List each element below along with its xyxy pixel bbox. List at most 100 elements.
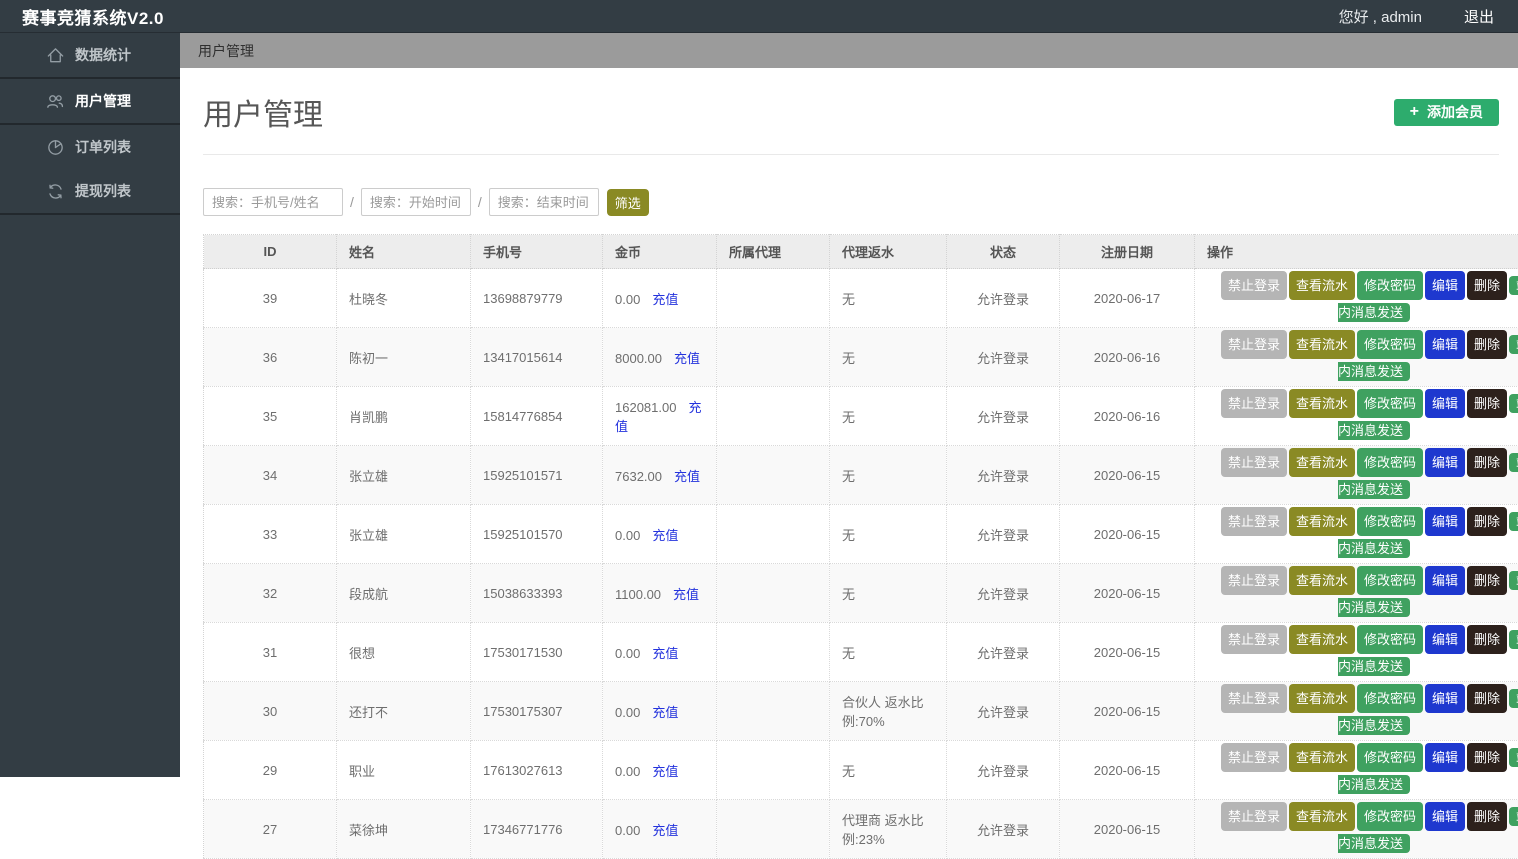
edit-button[interactable]: 编辑 xyxy=(1425,684,1465,713)
recharge-link[interactable]: 充值 xyxy=(673,587,699,602)
sidebar-item-users[interactable]: 用户管理 xyxy=(0,79,180,125)
view-transactions-button[interactable]: 查看流水 xyxy=(1289,802,1355,831)
change-password-button[interactable]: 修改密码 xyxy=(1357,271,1423,300)
cell-name: 还打不 xyxy=(337,682,471,741)
disable-login-button[interactable]: 禁止登录 xyxy=(1221,271,1287,300)
disable-login-button[interactable]: 禁止登录 xyxy=(1221,684,1287,713)
row-actions: 禁止登录查看流水修改密码编辑删除站内消息发送 xyxy=(1214,802,1518,856)
change-password-button[interactable]: 修改密码 xyxy=(1357,448,1423,477)
view-transactions-button[interactable]: 查看流水 xyxy=(1289,625,1355,654)
recharge-link[interactable]: 充值 xyxy=(652,528,678,543)
filter-button[interactable]: 筛选 xyxy=(607,189,649,216)
delete-button[interactable]: 删除 xyxy=(1467,802,1507,831)
search-start-input[interactable] xyxy=(361,188,471,216)
delete-button[interactable]: 删除 xyxy=(1467,507,1507,536)
sidebar-item-statistics[interactable]: 数据统计 xyxy=(0,33,180,79)
change-password-button[interactable]: 修改密码 xyxy=(1357,625,1423,654)
edit-button[interactable]: 编辑 xyxy=(1425,566,1465,595)
view-transactions-button[interactable]: 查看流水 xyxy=(1289,743,1355,772)
disable-login-button[interactable]: 禁止登录 xyxy=(1221,507,1287,536)
gold-value: 0.00 xyxy=(615,528,640,543)
users-table: ID姓名手机号金币所属代理代理返水状态注册日期操作 39 杜晓冬 1369887… xyxy=(203,234,1518,859)
home-icon xyxy=(45,45,65,65)
cell-phone: 17346771776 xyxy=(471,800,603,859)
edit-button[interactable]: 编辑 xyxy=(1425,743,1465,772)
disable-login-button[interactable]: 禁止登录 xyxy=(1221,448,1287,477)
change-password-button[interactable]: 修改密码 xyxy=(1357,802,1423,831)
view-transactions-button[interactable]: 查看流水 xyxy=(1289,271,1355,300)
recharge-link[interactable]: 充值 xyxy=(674,469,700,484)
change-password-button[interactable]: 修改密码 xyxy=(1357,743,1423,772)
delete-button[interactable]: 删除 xyxy=(1467,389,1507,418)
edit-button[interactable]: 编辑 xyxy=(1425,389,1465,418)
delete-button[interactable]: 删除 xyxy=(1467,743,1507,772)
disable-login-button[interactable]: 禁止登录 xyxy=(1221,625,1287,654)
users-icon xyxy=(45,91,65,111)
filter-row: / / 筛选 xyxy=(203,188,1499,216)
cell-date: 2020-06-15 xyxy=(1060,446,1195,505)
edit-button[interactable]: 编辑 xyxy=(1425,802,1465,831)
table-row: 27 菜徐坤 17346771776 0.00充值 代理商 返水比例:23% 允… xyxy=(204,800,1518,859)
recharge-link[interactable]: 充值 xyxy=(674,351,700,366)
change-password-button[interactable]: 修改密码 xyxy=(1357,330,1423,359)
disable-login-button[interactable]: 禁止登录 xyxy=(1221,802,1287,831)
edit-button[interactable]: 编辑 xyxy=(1425,271,1465,300)
edit-button[interactable]: 编辑 xyxy=(1425,330,1465,359)
recharge-link[interactable]: 充值 xyxy=(652,646,678,661)
cell-actions: 禁止登录查看流水修改密码编辑删除站内消息发送 xyxy=(1195,682,1518,741)
delete-button[interactable]: 删除 xyxy=(1467,448,1507,477)
view-transactions-button[interactable]: 查看流水 xyxy=(1289,389,1355,418)
cell-date: 2020-06-15 xyxy=(1060,564,1195,623)
disable-login-button[interactable]: 禁止登录 xyxy=(1221,389,1287,418)
disable-login-button[interactable]: 禁止登录 xyxy=(1221,330,1287,359)
top-bar: 赛事竞猜系统V2.0 您好 , admin 退出 xyxy=(0,0,1518,33)
recharge-link[interactable]: 充值 xyxy=(652,764,678,779)
logout-button[interactable]: 退出 xyxy=(1464,6,1494,27)
row-actions: 禁止登录查看流水修改密码编辑删除站内消息发送 xyxy=(1214,625,1518,679)
edit-button[interactable]: 编辑 xyxy=(1425,625,1465,654)
change-password-button[interactable]: 修改密码 xyxy=(1357,566,1423,595)
view-transactions-button[interactable]: 查看流水 xyxy=(1289,566,1355,595)
cell-actions: 禁止登录查看流水修改密码编辑删除站内消息发送 xyxy=(1195,328,1518,387)
recharge-link[interactable]: 充值 xyxy=(652,705,678,720)
delete-button[interactable]: 删除 xyxy=(1467,330,1507,359)
change-password-button[interactable]: 修改密码 xyxy=(1357,389,1423,418)
cell-rebate: 无 xyxy=(830,269,947,328)
cell-id: 36 xyxy=(204,328,337,387)
cell-agent xyxy=(717,328,830,387)
view-transactions-button[interactable]: 查看流水 xyxy=(1289,684,1355,713)
row-actions: 禁止登录查看流水修改密码编辑删除站内消息发送 xyxy=(1214,330,1518,384)
edit-button[interactable]: 编辑 xyxy=(1425,448,1465,477)
view-transactions-button[interactable]: 查看流水 xyxy=(1289,507,1355,536)
add-member-button[interactable]: + 添加会员 xyxy=(1394,99,1499,126)
delete-button[interactable]: 删除 xyxy=(1467,566,1507,595)
search-keyword-input[interactable] xyxy=(203,188,343,216)
cell-status: 允许登录 xyxy=(947,328,1060,387)
table-row: 32 段成航 15038633393 1100.00充值 无 允许登录 2020… xyxy=(204,564,1518,623)
disable-login-button[interactable]: 禁止登录 xyxy=(1221,566,1287,595)
change-password-button[interactable]: 修改密码 xyxy=(1357,684,1423,713)
gold-value: 162081.00 xyxy=(615,400,676,415)
recharge-link[interactable]: 充值 xyxy=(652,823,678,838)
recharge-link[interactable]: 充值 xyxy=(652,292,678,307)
view-transactions-button[interactable]: 查看流水 xyxy=(1289,330,1355,359)
table-row: 35 肖凯鹏 15814776854 162081.00充值 无 允许登录 20… xyxy=(204,387,1518,446)
add-member-label: 添加会员 xyxy=(1427,102,1483,122)
view-transactions-button[interactable]: 查看流水 xyxy=(1289,448,1355,477)
column-header-4: 所属代理 xyxy=(717,235,830,269)
cell-name: 菜徐坤 xyxy=(337,800,471,859)
disable-login-button[interactable]: 禁止登录 xyxy=(1221,743,1287,772)
sidebar-item-withdrawals[interactable]: 提现列表 xyxy=(0,169,180,215)
cell-date: 2020-06-15 xyxy=(1060,682,1195,741)
edit-button[interactable]: 编辑 xyxy=(1425,507,1465,536)
gold-value: 8000.00 xyxy=(615,351,662,366)
cell-id: 39 xyxy=(204,269,337,328)
change-password-button[interactable]: 修改密码 xyxy=(1357,507,1423,536)
cell-status: 允许登录 xyxy=(947,505,1060,564)
cell-date: 2020-06-15 xyxy=(1060,505,1195,564)
delete-button[interactable]: 删除 xyxy=(1467,625,1507,654)
sidebar-item-orders[interactable]: 订单列表 xyxy=(0,125,180,169)
search-end-input[interactable] xyxy=(489,188,599,216)
delete-button[interactable]: 删除 xyxy=(1467,684,1507,713)
delete-button[interactable]: 删除 xyxy=(1467,271,1507,300)
